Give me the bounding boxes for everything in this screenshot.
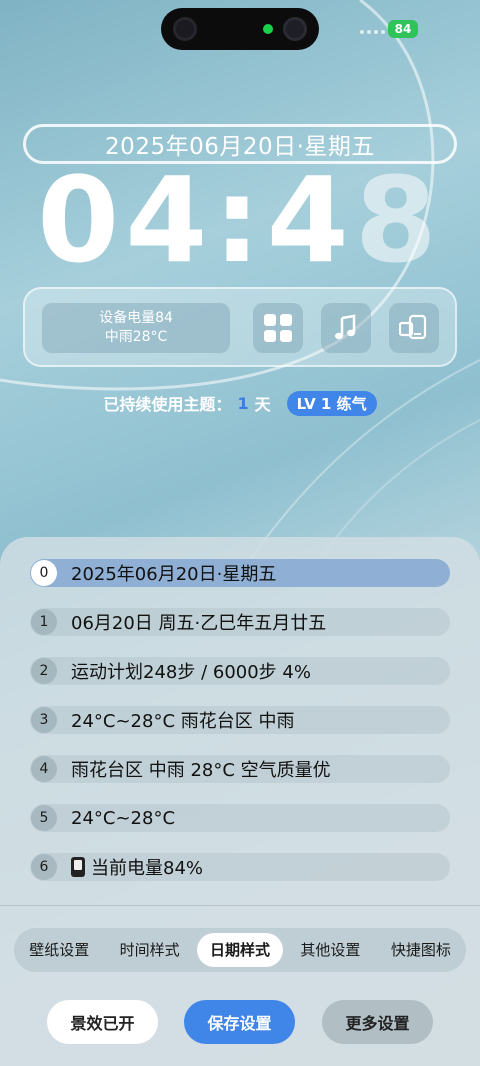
music-button[interactable]	[321, 303, 371, 353]
date-style-option-3[interactable]: 3 24°C~28°C 雨花台区 中雨	[30, 706, 450, 734]
option-number: 0	[31, 560, 57, 586]
tab-time-style[interactable]: 时间样式	[106, 933, 192, 967]
more-settings-button[interactable]: 更多设置	[322, 1000, 433, 1044]
theme-usage: 已持续使用主题： 1 天 LV 1 练气	[0, 390, 480, 416]
lockscreen-clock[interactable]: 04:48	[0, 150, 480, 290]
option-number: 6	[31, 854, 57, 880]
date-style-option-0[interactable]: 0 2025年06月20日·星期五	[30, 559, 450, 587]
save-button[interactable]: 保存设置	[184, 1000, 295, 1044]
option-number: 3	[31, 707, 57, 733]
option-number: 2	[31, 658, 57, 684]
screen-cast-icon	[399, 314, 427, 340]
apps-grid-button[interactable]	[253, 303, 303, 353]
tab-shortcut-icons[interactable]: 快捷图标	[378, 933, 464, 967]
device-info-card[interactable]: 设备电量84 中雨28°C	[42, 303, 230, 353]
clock-separator: :	[213, 151, 267, 289]
option-text: 运动计划248步 / 6000步 4%	[71, 662, 311, 683]
tab-wallpaper[interactable]: 壁纸设置	[16, 933, 102, 967]
date-style-option-1[interactable]: 1 06月20日 周五·乙巳年五月廿五	[30, 608, 450, 636]
date-style-option-2[interactable]: 2 运动计划248步 / 6000步 4%	[30, 657, 450, 685]
tab-other-settings[interactable]: 其他设置	[287, 933, 373, 967]
usage-suffix: 天	[254, 395, 271, 414]
option-text: 当前电量84%	[91, 858, 204, 879]
option-number: 1	[31, 609, 57, 635]
effects-button[interactable]: 景效已开	[47, 1000, 158, 1044]
clock-minute-tens: 4	[266, 151, 355, 289]
battery-info-text: 设备电量84	[99, 310, 173, 326]
tab-date-style[interactable]: 日期样式	[196, 933, 284, 967]
signal-dots-icon	[360, 30, 385, 34]
apps-grid-icon	[264, 314, 292, 342]
option-text-wrap: 当前电量84%	[71, 854, 203, 880]
screen-cast-button[interactable]	[389, 303, 439, 353]
battery-charging-icon: 84	[388, 20, 418, 38]
option-text: 24°C~28°C 雨花台区 中雨	[71, 711, 295, 732]
privacy-indicator-icon	[263, 24, 273, 34]
date-style-option-5[interactable]: 5 24°C~28°C	[30, 804, 450, 832]
weather-info-text: 中雨28°C	[104, 329, 168, 345]
settings-tabs: 壁纸设置 时间样式 日期样式 其他设置 快捷图标	[14, 928, 466, 972]
clock-hours: 04	[37, 151, 214, 289]
option-text: 雨花台区 中雨 28°C 空气质量优	[71, 760, 331, 781]
option-text: 24°C~28°C	[71, 807, 176, 829]
option-text: 06月20日 周五·乙巳年五月廿五	[71, 613, 327, 634]
option-number: 5	[31, 805, 57, 831]
option-text: 2025年06月20日·星期五	[71, 564, 277, 585]
date-style-option-4[interactable]: 4 雨花台区 中雨 28°C 空气质量优	[30, 755, 450, 783]
dynamic-island	[161, 8, 319, 50]
level-badge: LV 1 练气	[286, 390, 377, 416]
usage-prefix: 已持续使用主题：	[103, 395, 232, 414]
date-style-option-6[interactable]: 6 当前电量84%	[30, 853, 450, 881]
camera-lens-icon	[173, 17, 197, 41]
option-number: 4	[31, 756, 57, 782]
clock-minute-ones: 8	[354, 151, 443, 289]
phone-battery-icon	[71, 857, 85, 877]
divider	[0, 905, 480, 906]
usage-days: 1	[237, 393, 249, 413]
battery-level: 84	[394, 22, 412, 36]
shortcut-widget: 设备电量84 中雨28°C	[23, 287, 457, 367]
music-note-icon	[335, 314, 356, 340]
front-camera-icon	[283, 17, 307, 41]
